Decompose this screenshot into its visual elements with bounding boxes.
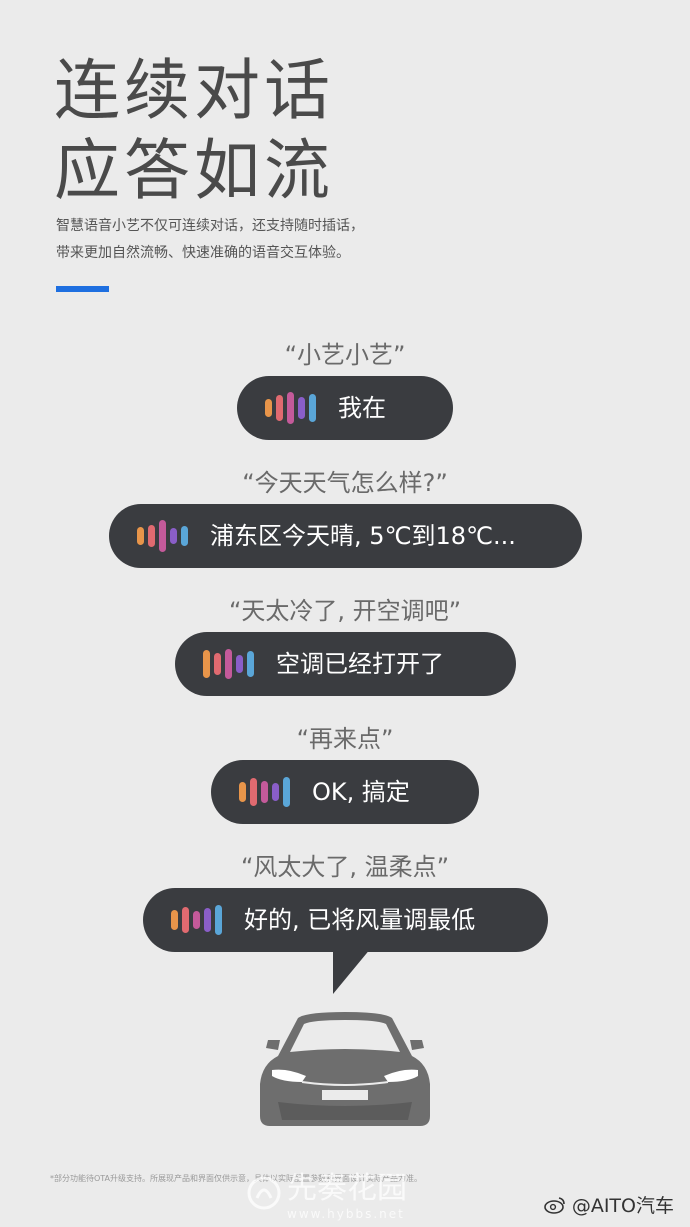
user-query-1: “小艺小艺” bbox=[284, 341, 406, 369]
credit-text: @AITO汽车 bbox=[571, 1195, 674, 1217]
voice-wave-icon bbox=[137, 520, 188, 552]
assistant-reply-bubble-4: OK, 搞定 bbox=[211, 760, 479, 824]
user-query-4: “再来点” bbox=[296, 725, 394, 753]
assistant-reply-bubble-5: 好的, 已将风量调最低 bbox=[143, 888, 548, 952]
credit: @AITO汽车 bbox=[543, 1195, 674, 1217]
car-front-icon bbox=[260, 1012, 430, 1126]
subtitle-line-1: 智慧语音小艺不仅可连续对话，还支持随时插话， bbox=[56, 218, 364, 234]
assistant-reply-bubble-3: 空调已经打开了 bbox=[175, 632, 516, 696]
assistant-reply-bubble-2: 浦东区今天晴, 5℃到18℃... bbox=[109, 504, 582, 568]
assistant-reply-1: 我在 bbox=[338, 394, 386, 422]
user-query-3: “天太冷了, 开空调吧” bbox=[228, 597, 462, 625]
subtitle-line-2: 带来更加自然流畅、快速准确的语音交互体验。 bbox=[56, 245, 350, 261]
weibo-icon bbox=[543, 1197, 565, 1214]
assistant-reply-4: OK, 搞定 bbox=[312, 778, 410, 806]
voice-wave-icon bbox=[171, 905, 222, 935]
assistant-reply-3: 空调已经打开了 bbox=[276, 650, 444, 678]
voice-wave-icon bbox=[265, 392, 316, 424]
user-query-2: “今天天气怎么样?” bbox=[242, 469, 448, 497]
title-line-2: 应答如流 bbox=[54, 132, 334, 209]
watermark-text: 先奏花园 bbox=[287, 1171, 407, 1206]
title-line-1: 连续对话 bbox=[54, 52, 334, 129]
assistant-reply-5: 好的, 已将风量调最低 bbox=[244, 906, 476, 934]
voice-wave-icon bbox=[203, 649, 254, 679]
accent-bar bbox=[56, 286, 109, 292]
watermark-logo-icon bbox=[247, 1176, 281, 1210]
watermark-url: www.hybbs.net bbox=[287, 1207, 405, 1221]
assistant-reply-bubble-1: 我在 bbox=[237, 376, 453, 440]
assistant-reply-2: 浦东区今天晴, 5℃到18℃... bbox=[210, 522, 516, 550]
voice-wave-icon bbox=[239, 777, 290, 807]
user-query-5: “风太大了, 温柔点” bbox=[240, 853, 450, 881]
speech-bubble-tail bbox=[333, 948, 371, 994]
watermark: 先奏花园 www.hybbs.net bbox=[247, 1168, 447, 1220]
